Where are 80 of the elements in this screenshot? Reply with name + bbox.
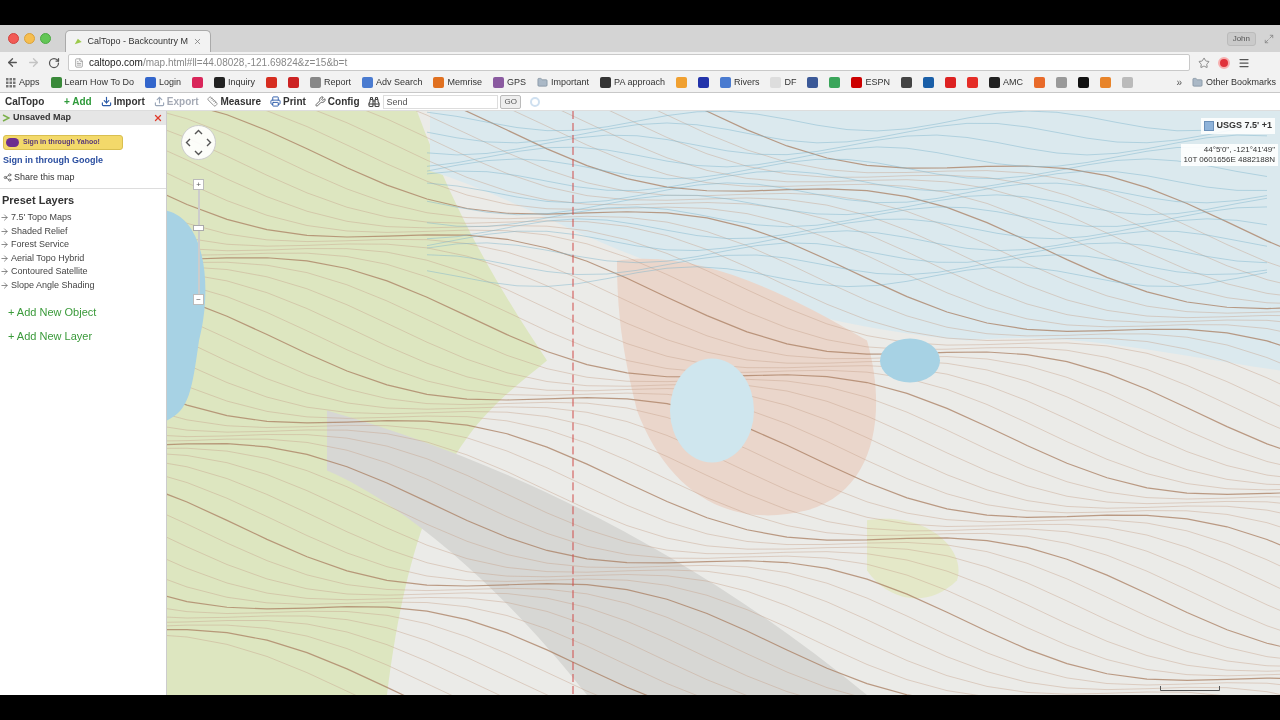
layer-link[interactable]: Forest Service	[0, 238, 166, 251]
close-window-icon[interactable]	[8, 33, 19, 44]
bookmarks-overflow-button[interactable]: »	[1173, 75, 1185, 90]
binoculars-icon	[368, 95, 381, 108]
scale-bar-icon	[1160, 686, 1220, 691]
bookmark-button[interactable]: Login	[142, 75, 183, 90]
arrow-icon	[0, 253, 9, 263]
layer-selector[interactable]: USGS 7.5' +1	[1200, 118, 1275, 134]
share-icon	[3, 172, 12, 182]
close-icon[interactable]	[193, 37, 202, 46]
bookmark-button[interactable]: Inquiry	[211, 75, 257, 90]
utm-text: 10T 0601656E 4882188N	[1183, 155, 1275, 165]
apps-grid-icon	[6, 77, 16, 88]
bookmark-button[interactable]: GPS	[491, 75, 528, 90]
extension-icon[interactable]	[1218, 56, 1230, 69]
map-title: Unsaved Map	[13, 111, 72, 125]
bookmark-button[interactable]: Rivers	[717, 75, 762, 90]
bookmark-button[interactable]: ESPN	[849, 75, 892, 90]
reload-icon[interactable]	[48, 56, 60, 69]
bookmark-button[interactable]: Learn How To Do	[48, 75, 136, 90]
bookmark-button[interactable]: PA approach	[598, 75, 667, 90]
menu-icon[interactable]	[1238, 56, 1250, 69]
upload-icon	[153, 96, 165, 107]
browser-tab[interactable]: CalTopo - Backcountry M	[65, 30, 211, 52]
arrow-icon	[0, 226, 9, 236]
arrow-icon	[0, 267, 9, 277]
bookmark-button[interactable]: Adv Search	[359, 75, 425, 90]
bookmark-button[interactable]: Report	[307, 75, 353, 90]
pan-arrows-icon	[185, 129, 212, 156]
search-field[interactable]: Send	[383, 94, 499, 109]
url-field[interactable]: caltopo.com/map.html#ll=44.08028,-121.69824&z=15&b=t	[68, 54, 1190, 71]
layer-link[interactable]: Contoured Satellite	[0, 265, 166, 278]
toolbar-button[interactable]: Print	[270, 94, 306, 109]
go-button[interactable]: GO	[500, 94, 521, 109]
bookmark-button[interactable]: Memrise	[431, 75, 484, 90]
bookmark-button[interactable]: Important	[535, 75, 592, 90]
layer-link[interactable]: Slope Angle Shading	[0, 279, 166, 292]
ruler-icon	[207, 96, 219, 107]
download-icon	[100, 96, 112, 107]
zoom-window-icon[interactable]	[40, 33, 51, 44]
bookmark-button[interactable]: Apps	[4, 75, 42, 90]
toolbar-button[interactable]: Measure	[207, 94, 262, 109]
folder-icon	[537, 77, 548, 88]
back-arrow-icon[interactable]	[6, 56, 19, 69]
favicon-icon	[74, 36, 83, 47]
url-text: caltopo.com/map.html#ll=44.08028,-121.69824&z=15&b=t	[89, 56, 348, 70]
app-title: CalTopo	[5, 95, 46, 109]
chevron-icon	[2, 114, 10, 122]
zoom-in-button[interactable]: +	[193, 179, 204, 190]
share-map-link[interactable]: Share this map	[3, 170, 166, 184]
bookmark-star-icon[interactable]	[1198, 56, 1210, 69]
toolbar-button[interactable]: Import	[100, 94, 145, 109]
fullscreen-icon[interactable]	[1264, 33, 1274, 44]
toolbar-button[interactable]: + Add	[64, 94, 92, 109]
zoom-slider-handle[interactable]	[193, 225, 204, 232]
add-link[interactable]: + Add New Layer	[8, 328, 166, 345]
add-link[interactable]: + Add New Object	[8, 303, 166, 320]
google-sign-in-link[interactable]: Sign in through Google	[3, 154, 166, 168]
arrow-icon	[0, 213, 9, 223]
close-icon[interactable]	[153, 113, 163, 123]
section-heading: Preset Layers	[2, 193, 76, 208]
profile-button[interactable]: John	[1226, 31, 1256, 46]
oval-logo-icon	[6, 138, 19, 147]
ring-icon	[529, 96, 540, 107]
layer-link[interactable]: Shaded Relief	[0, 225, 166, 238]
wrench-icon	[314, 96, 326, 107]
page-icon	[74, 57, 84, 68]
bookmark-button[interactable]: AMC	[986, 75, 1025, 90]
layer-link[interactable]: 7.5' Topo Maps	[0, 211, 166, 224]
bookmark-button[interactable]: DF	[768, 75, 799, 90]
printer-icon	[270, 96, 282, 107]
arrow-icon	[0, 240, 9, 250]
layers-icon	[1203, 121, 1214, 131]
other-bookmarks-button[interactable]: Other Bookmarks	[1191, 75, 1276, 90]
arrow-icon	[0, 280, 9, 290]
layer-link[interactable]: Aerial Topo Hybrid	[0, 252, 166, 265]
lat-long-text: 44°5'0", -121°41'49"	[1203, 145, 1275, 155]
toolbar-button[interactable]: Config	[314, 94, 360, 109]
folder-icon	[1191, 77, 1203, 88]
zoom-out-button[interactable]: −	[193, 294, 204, 305]
